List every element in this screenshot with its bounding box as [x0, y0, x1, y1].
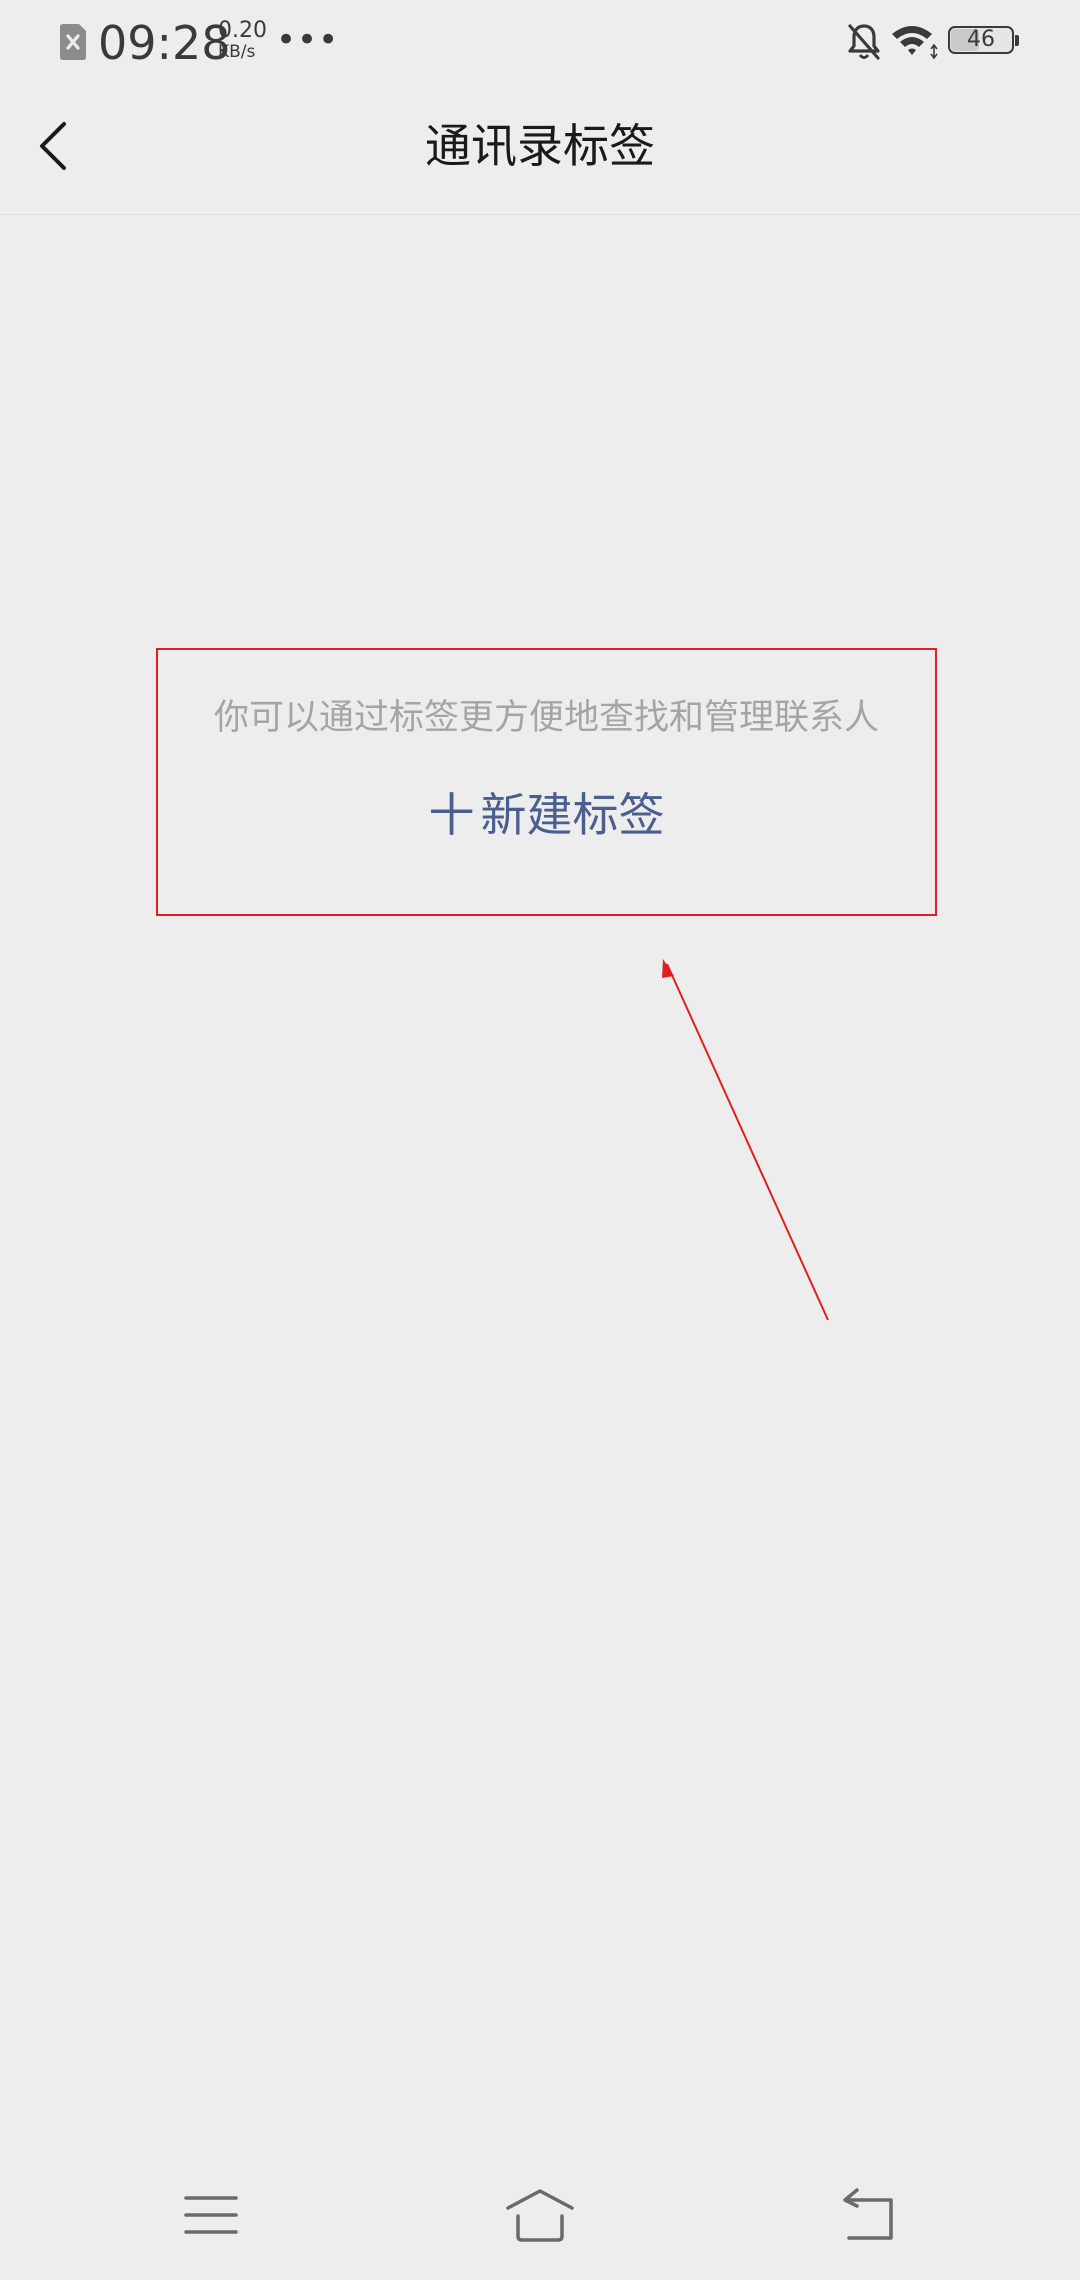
bell-off-icon: [848, 24, 880, 60]
screen: 09:28 0.20 KB/s ••• 46 通讯录标签 你可以通过标签更方便地…: [0, 0, 1080, 2280]
more-notifications-indicator: •••: [276, 20, 340, 60]
header: 通讯录标签: [0, 86, 1080, 215]
battery-cap: [1015, 35, 1019, 46]
sim-off-icon: [60, 24, 86, 60]
home-icon: [506, 2189, 574, 2242]
battery-icon: 46: [948, 26, 1020, 58]
menu-icon: [184, 2196, 238, 2234]
annotation-arrow: [662, 959, 829, 1321]
battery-level: 46: [967, 27, 995, 52]
annotation-arrow-line: [666, 963, 829, 1321]
recent-apps-button[interactable]: [171, 2180, 251, 2250]
new-tag-button[interactable]: 十新建标签: [158, 780, 935, 850]
annotation-arrow-head: [662, 959, 674, 978]
new-tag-label: 新建标签: [480, 788, 665, 842]
status-time: 09:28: [98, 16, 231, 70]
page-title: 通讯录标签: [425, 119, 655, 173]
system-back-button[interactable]: [829, 2180, 909, 2250]
navigation-bar: [0, 2160, 1080, 2280]
plus-icon: 十: [428, 788, 475, 842]
back-icon: [843, 2188, 893, 2240]
wifi-icon: [892, 26, 938, 60]
home-button[interactable]: [500, 2180, 580, 2250]
empty-state-hint: 你可以通过标签更方便地查找和管理联系人: [213, 698, 879, 738]
empty-state-highlight: 你可以通过标签更方便地查找和管理联系人 十新建标签: [156, 648, 937, 916]
status-bar: 09:28 0.20 KB/s ••• 46: [0, 0, 1080, 86]
